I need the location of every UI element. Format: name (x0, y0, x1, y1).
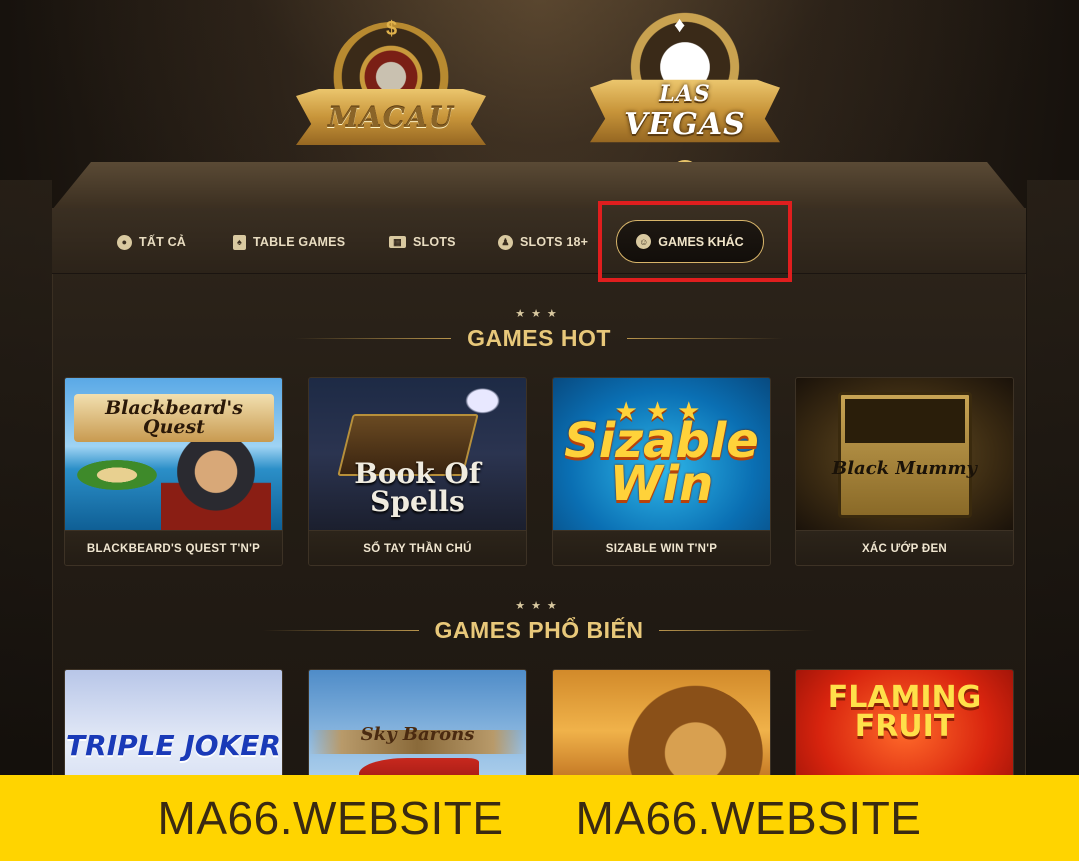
tab-slots[interactable]: ▦ SLOTS (389, 232, 456, 252)
game-card-label: XÁC ƯỚP ĐEN (796, 530, 1013, 565)
game-card-label: BLACKBEARD'S QUEST T'N'P (65, 530, 282, 565)
game-art-title: TRIPLE JOKER (66, 729, 281, 762)
stars-icon: ★★★ (515, 308, 563, 320)
background-pillar-left (0, 180, 52, 780)
watermark-banner: MA66.WEBSITE MA66.WEBSITE (0, 775, 1079, 861)
tab-all[interactable]: ● TẤT CẢ (117, 232, 186, 252)
game-art-title: Blackbeard's Quest (74, 394, 274, 442)
las-vegas-banner: LAS VEGAS (590, 79, 780, 143)
game-art-title: Sky Barons (360, 724, 475, 745)
game-thumbnail: Black Mummy (796, 378, 1013, 530)
section-title-hot: GAMES HOT (467, 325, 611, 351)
sarcophagus-art (838, 392, 972, 518)
game-art-title: Book Of Spells (354, 457, 481, 518)
background-pillar-right (1027, 180, 1079, 780)
macau-banner: MACAU (296, 89, 486, 145)
tab-slots-18-label: SLOTS 18+ (520, 235, 589, 249)
divider-right (626, 338, 783, 339)
card-icon: ♠ (233, 234, 246, 250)
panel-lid (52, 162, 1026, 210)
divider-left (295, 338, 452, 339)
game-card-book-of-spells[interactable]: Book Of Spells SỔ TAY THẦN CHÚ (308, 377, 527, 566)
stars-icon: ★★★ (515, 600, 563, 612)
game-card-blackbeards-quest[interactable]: Blackbeard's Quest BLACKBEARD'S QUEST T'… (64, 377, 283, 566)
tab-slots-18[interactable]: ♟ SLOTS 18+ (498, 232, 588, 252)
vegas-logo-text-line1: LAS (659, 80, 711, 107)
mummy-art (845, 399, 965, 443)
game-thumbnail: Book Of Spells (309, 378, 526, 530)
vegas-logo-text-line2: VEGAS (624, 106, 746, 142)
watermark-text-right: MA66.WEBSITE (575, 792, 922, 844)
macau-logo-text: MACAU (327, 100, 455, 134)
tab-all-label: TẤT CẢ (139, 235, 187, 249)
tab-table-games[interactable]: ♠ TABLE GAMES (233, 232, 345, 252)
game-card-black-mummy[interactable]: Black Mummy XÁC ƯỚP ĐEN (795, 377, 1014, 566)
chip-icon: ● (117, 234, 132, 250)
tab-table-games-label: TABLE GAMES (253, 235, 346, 249)
macau-lobby-logo[interactable]: $ MACAU (292, 18, 490, 152)
game-card-sizable-win[interactable]: ★★★ Sizable Win SIZABLE WIN T'N'P (552, 377, 771, 566)
section-title-popular: GAMES PHỔ BIẾN (434, 617, 644, 643)
game-art-title: FLAMING FRUIT (827, 680, 982, 744)
tab-slots-label: SLOTS (413, 235, 456, 249)
game-art-title: Black Mummy (832, 458, 977, 479)
divider-right (659, 630, 816, 631)
watermark-text-left: MA66.WEBSITE (157, 792, 504, 844)
dollar-icon: $ (386, 18, 398, 40)
person-icon: ♟ (498, 234, 513, 250)
game-thumbnail: Blackbeard's Quest (65, 378, 282, 530)
section-header-hot: ★★★ GAMES HOT (52, 307, 1026, 357)
island-art (77, 460, 157, 490)
game-card-label: SIZABLE WIN T'N'P (553, 530, 770, 565)
diamond-icon: ♦ (674, 12, 686, 37)
highlight-annotation-box (598, 201, 792, 282)
game-art-title: Sizable Win (564, 413, 759, 513)
section-header-popular: ★★★ GAMES PHỔ BIẾN (52, 599, 1026, 649)
divider-left (262, 630, 419, 631)
las-vegas-lobby-logo[interactable]: ♦ LAS VEGAS (578, 12, 792, 150)
game-thumbnail: ★★★ Sizable Win (553, 378, 770, 530)
game-card-label: SỔ TAY THẦN CHÚ (309, 530, 526, 565)
slot-machine-icon: ▦ (389, 236, 406, 248)
